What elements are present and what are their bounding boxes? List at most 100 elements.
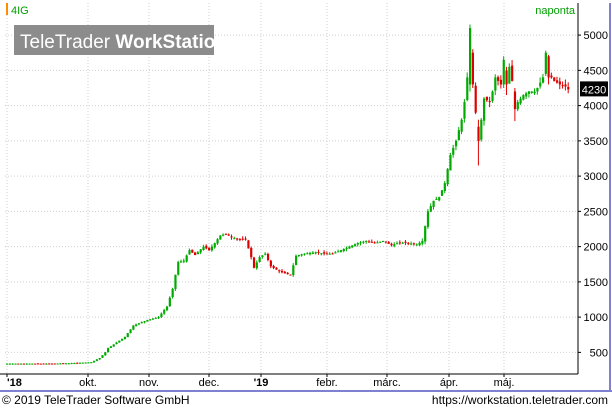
candle-up	[494, 77, 497, 91]
candle-up	[356, 243, 359, 245]
candle-up	[522, 95, 525, 100]
candle-down	[278, 270, 281, 272]
candle-down	[250, 247, 253, 258]
candle-down	[398, 242, 402, 244]
y-tick-label: 3000	[584, 171, 608, 183]
candle-up	[179, 261, 183, 263]
candle-down	[36, 363, 40, 365]
candle-up	[328, 253, 331, 255]
x-tick-label: '19	[254, 377, 269, 389]
candle-up	[452, 147, 455, 155]
candle-down	[230, 236, 233, 238]
x-tick-label: okt.	[79, 377, 97, 389]
candle-down	[513, 91, 517, 110]
candle-up	[446, 169, 449, 185]
candle-up	[502, 59, 505, 85]
candle-up	[188, 250, 191, 255]
candle-up	[14, 363, 17, 365]
candle-up	[454, 140, 458, 147]
candle-up	[410, 243, 413, 245]
candle-up	[415, 244, 418, 246]
candle-up	[337, 251, 340, 253]
candle-up	[466, 77, 469, 100]
candle-down	[331, 253, 334, 255]
candle-up	[255, 262, 258, 269]
candle-up	[424, 226, 427, 242]
candle-up	[67, 363, 70, 365]
candlestick-chart: TeleTrader WorkStation 4IG naponta 500 10…	[0, 0, 612, 409]
candle-up	[25, 363, 28, 365]
candle-up	[219, 235, 222, 240]
candle-up	[320, 253, 323, 255]
candle-down	[390, 243, 393, 246]
x-tick-label: máj.	[494, 377, 515, 389]
candle-up	[73, 363, 76, 365]
candle-up	[379, 241, 382, 243]
candle-up	[309, 252, 312, 255]
candle-up	[149, 319, 152, 321]
candle-down	[499, 79, 503, 85]
candle-down	[485, 96, 489, 101]
candle-up	[544, 52, 547, 74]
candle-up	[151, 318, 155, 320]
candle-up	[87, 362, 90, 364]
candle-down	[505, 70, 508, 85]
candle-down	[511, 65, 514, 81]
candle-up	[107, 348, 110, 353]
candle-up	[28, 363, 31, 365]
candle-down	[42, 363, 45, 365]
candle-up	[146, 319, 149, 322]
candle-up	[432, 200, 435, 208]
candle-down	[236, 238, 239, 240]
candle-up	[132, 325, 135, 330]
candle-up	[508, 66, 511, 84]
candle-down	[22, 363, 26, 365]
candle-up	[90, 362, 93, 364]
candle-down	[323, 252, 326, 254]
candle-down	[191, 249, 194, 253]
candle-up	[143, 321, 146, 323]
candle-up	[6, 363, 9, 365]
candle-up	[160, 313, 163, 318]
candle-up	[530, 91, 533, 93]
candle-up	[233, 238, 236, 240]
x-tick-label: dec.	[199, 377, 220, 389]
candle-up	[199, 249, 202, 253]
candle-up	[300, 254, 303, 256]
candle-up	[393, 244, 396, 247]
candle-down	[275, 267, 278, 270]
candle-up	[334, 252, 337, 254]
chart-background	[0, 0, 612, 409]
candle-up	[348, 246, 351, 249]
candle-down	[50, 363, 54, 365]
candle-down	[404, 241, 407, 243]
candle-up	[213, 243, 216, 248]
candle-up	[222, 234, 225, 236]
candle-up	[483, 98, 486, 121]
candle-up	[104, 352, 107, 356]
candle-down	[325, 253, 329, 255]
candle-up	[438, 197, 441, 201]
candle-up	[163, 310, 166, 314]
candle-down	[547, 56, 550, 78]
candle-down	[34, 363, 37, 365]
candle-up	[303, 253, 306, 255]
chart-stage: TeleTrader WorkStation 4IG naponta 500 10…	[0, 0, 612, 409]
candle-up	[92, 360, 96, 363]
candle-up	[351, 245, 354, 248]
footer-copyright: © 2019 TeleTrader Software GmbH	[2, 393, 190, 407]
candle-up	[306, 253, 309, 255]
candle-up	[339, 250, 343, 252]
candle-up	[376, 242, 379, 244]
candle-up	[264, 253, 267, 255]
candle-down	[224, 233, 228, 235]
candle-up	[457, 130, 460, 141]
candle-down	[367, 241, 371, 243]
candle-down	[477, 126, 480, 141]
candle-up	[202, 246, 205, 250]
candle-up	[314, 252, 317, 254]
candle-up	[541, 77, 545, 83]
candle-up	[519, 98, 522, 104]
candle-down	[412, 243, 416, 245]
candle-up	[292, 265, 295, 276]
